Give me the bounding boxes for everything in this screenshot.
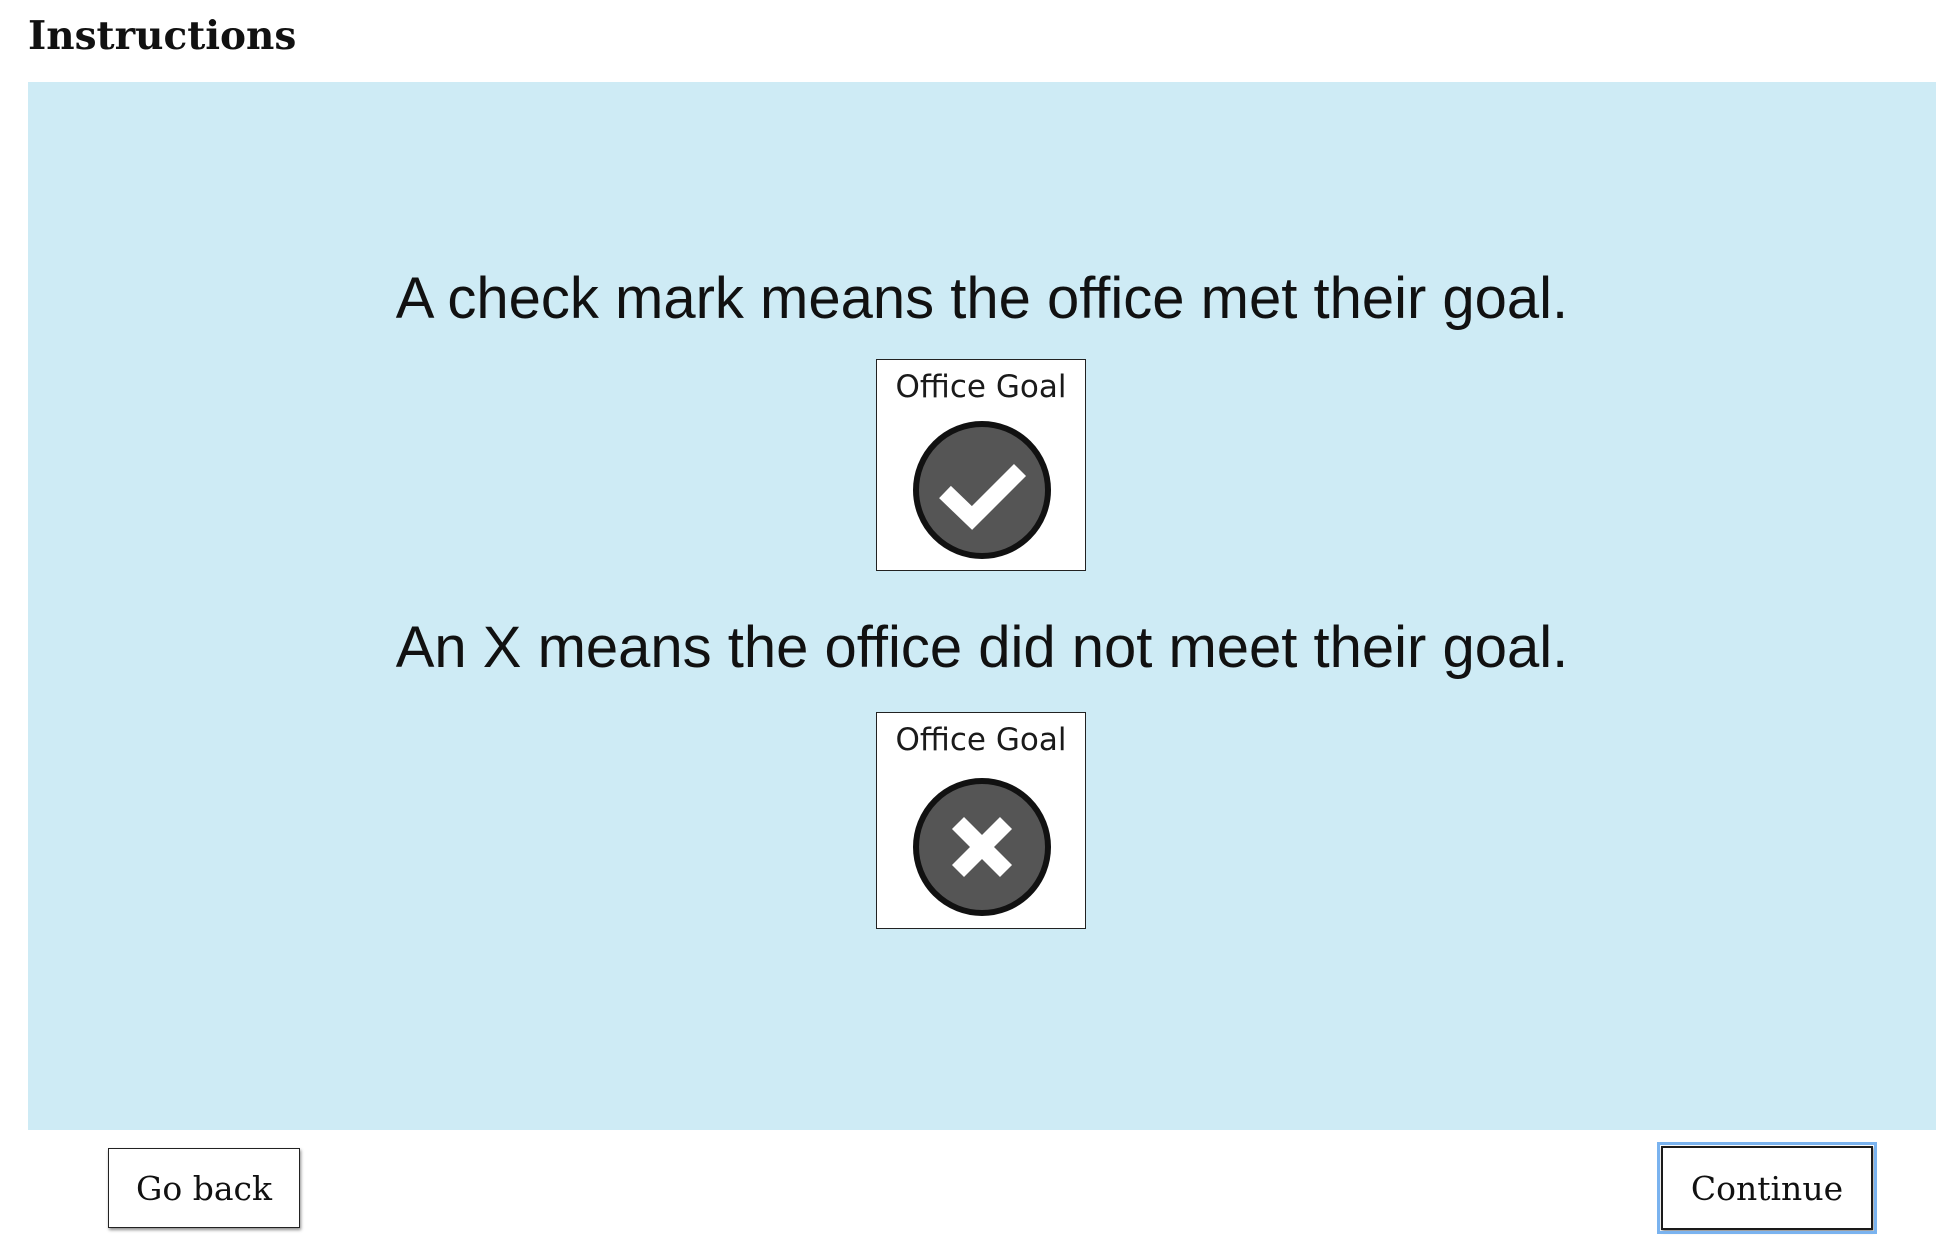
- page-title: Instructions: [28, 13, 297, 59]
- goal-met-statement: A check mark means the office met their …: [395, 266, 1569, 331]
- office-goal-not-met-card: Office Goal: [876, 712, 1086, 929]
- go-back-button[interactable]: Go back: [108, 1148, 300, 1228]
- office-goal-met-card: Office Goal: [876, 359, 1086, 571]
- continue-button[interactable]: Continue: [1657, 1142, 1877, 1234]
- x-mark-icon: [913, 778, 1051, 916]
- instruction-panel: A check mark means the office met their …: [28, 82, 1936, 1130]
- check-mark-icon: [913, 421, 1051, 559]
- office-goal-label: Office Goal: [895, 722, 1067, 758]
- goal-not-met-statement: An X means the office did not meet their…: [395, 615, 1569, 680]
- office-goal-label: Office Goal: [895, 369, 1067, 405]
